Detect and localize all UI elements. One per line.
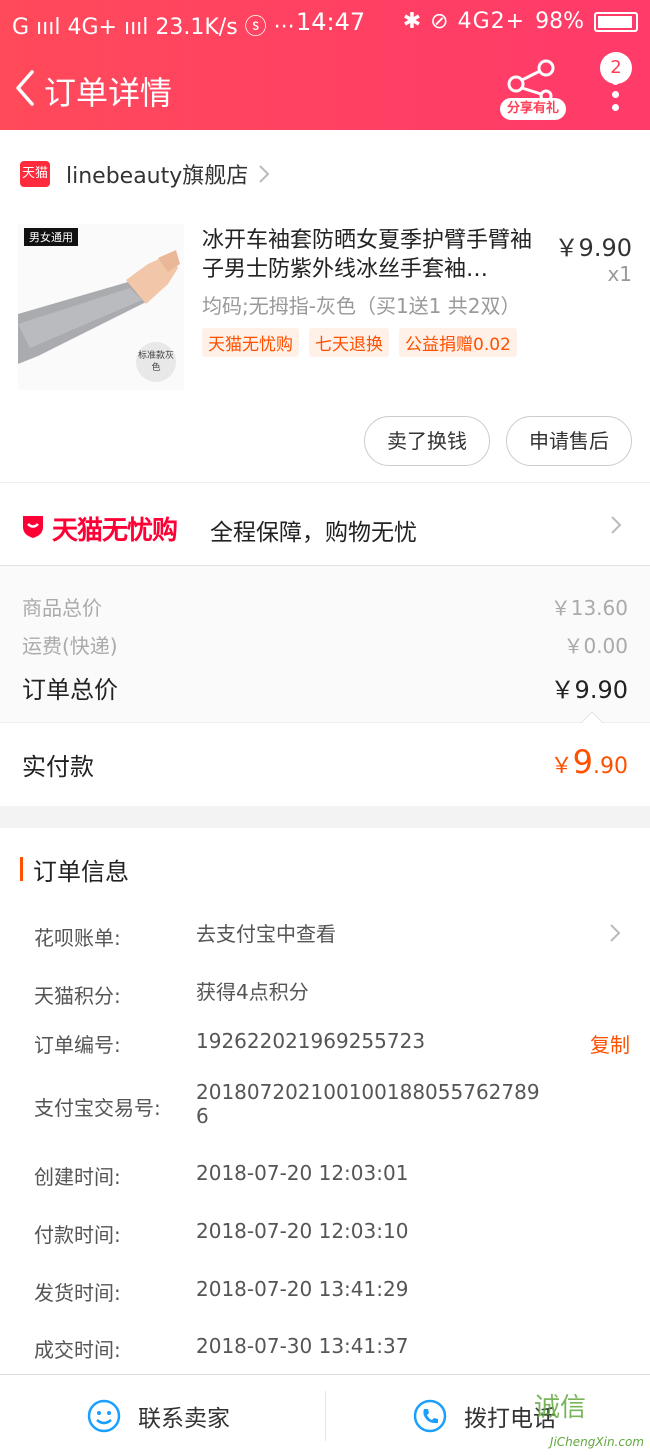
order-total-label: 订单总价 xyxy=(22,676,118,704)
section-accent-bar xyxy=(20,857,23,881)
service-tags: 天猫无忧购 七天退换 公益捐赠0.02 xyxy=(202,328,517,357)
info-key: 花呗账单: xyxy=(34,926,121,950)
divider xyxy=(325,1391,326,1441)
status-network: G ıııl 4G+ ıııl 23.1K/s ⓢ ··· xyxy=(12,15,295,40)
completed-time-row: 成交时间: 2018-07-30 13:41:37 xyxy=(34,1334,630,1362)
info-value: 去支付宝中查看 xyxy=(196,922,336,946)
back-arrow-icon[interactable] xyxy=(10,66,42,110)
battery-percent: 98% xyxy=(535,9,584,34)
order-info-section: 订单信息 花呗账单: 去支付宝中查看 天猫积分: 获得4点积分 订单编号: 19… xyxy=(0,828,650,1374)
shipping-row: 运费(快递) ￥0.00 xyxy=(22,630,628,658)
product-image[interactable]: 男女通用 标准款灰色 xyxy=(18,224,184,390)
watermark-chars: 诚信 xyxy=(534,1393,587,1423)
resell-button[interactable]: 卖了换钱 xyxy=(364,416,490,466)
alipay-trade-number: 2018072021001001880557627896 xyxy=(196,1080,540,1128)
goods-total-value: ￥13.60 xyxy=(550,596,628,620)
share-button[interactable]: 分享有礼 xyxy=(500,58,566,120)
battery-icon xyxy=(594,11,638,32)
caret-up-icon xyxy=(581,711,603,723)
paid-integer: 9 xyxy=(572,743,593,781)
shield-icon xyxy=(23,516,43,538)
info-key: 支付宝交易号: xyxy=(34,1096,161,1120)
order-number: 192622021969255723 xyxy=(196,1029,426,1053)
price-summary: 商品总价 ￥13.60 运费(快递) ￥0.00 订单总价 ￥9.90 xyxy=(0,566,650,722)
page-title: 订单详情 xyxy=(44,74,173,112)
phone-icon xyxy=(413,1399,447,1432)
tag-tmall-worry-free: 天猫无忧购 xyxy=(202,328,299,357)
chevron-right-icon xyxy=(611,516,622,534)
shipping-value: ￥0.00 xyxy=(563,634,628,658)
contact-seller-label: 联系卖家 xyxy=(138,1405,230,1432)
tag-charity: 公益捐赠0.02 xyxy=(399,328,517,357)
shipped-time-row: 发货时间: 2018-07-20 13:41:29 xyxy=(34,1277,630,1305)
info-value: 2018-07-20 12:03:01 xyxy=(196,1161,409,1185)
info-value: 2018-07-20 12:03:10 xyxy=(196,1219,409,1243)
paid-label: 实付款 xyxy=(22,753,94,781)
paid-amount: ￥9.90 xyxy=(551,743,628,781)
product-quantity: x1 xyxy=(607,262,632,286)
paid-decimal: .90 xyxy=(593,754,628,779)
image-badge: 标准款灰色 xyxy=(136,342,176,382)
info-key: 付款时间: xyxy=(34,1223,121,1247)
status-icons: ✱ ⊘ 4G2+ xyxy=(402,9,526,34)
more-menu-button[interactable]: 2 xyxy=(596,52,640,122)
alipay-trade-row: 支付宝交易号: 2018072021001001880557627896 xyxy=(34,1080,630,1130)
shipping-label: 运费(快递) xyxy=(22,634,118,658)
order-number-row: 订单编号: 192622021969255723 复制 xyxy=(34,1029,630,1058)
action-buttons: 卖了换钱 申请售后 xyxy=(364,416,632,466)
order-total-row: 订单总价 ￥9.90 xyxy=(22,670,628,704)
header: G ıııl 4G+ ıııl 23.1K/s ⓢ ··· 14:47 ✱ ⊘ … xyxy=(0,0,650,130)
info-value: 2018-07-20 13:41:29 xyxy=(196,1277,409,1301)
product-price: ￥9.90 xyxy=(554,234,632,262)
contact-seller-button[interactable]: 联系卖家 xyxy=(86,1375,230,1455)
product-title[interactable]: 冰开车袖套防晒女夏季护臂手臂袖子男士防紫外线冰丝手套袖… xyxy=(202,226,534,284)
guarantee-text: 全程保障，购物无忧 xyxy=(210,520,417,546)
share-icon xyxy=(507,59,555,103)
info-value: 2018-07-30 13:41:37 xyxy=(196,1334,409,1358)
chevron-right-icon[interactable] xyxy=(256,162,272,186)
product-card: 天猫 linebeauty旗舰店 男女通用 标准款灰色 冰开车袖套防晒女夏季护臂… xyxy=(0,130,650,482)
shop-name: linebeauty旗舰店 xyxy=(66,164,249,189)
status-right: ✱ ⊘ 4G2+ 98% xyxy=(403,9,638,34)
shop-link[interactable]: 天猫 linebeauty旗舰店 xyxy=(20,156,248,192)
guarantee-banner[interactable]: 天猫无忧购 全程保障，购物无忧 xyxy=(0,482,650,566)
info-key: 发货时间: xyxy=(34,1281,121,1305)
copy-button[interactable]: 复制 xyxy=(590,1029,630,1058)
watermark-url: JiChengXin.com xyxy=(549,1435,644,1449)
status-bar: G ıııl 4G+ ıııl 23.1K/s ⓢ ··· 14:47 ✱ ⊘ … xyxy=(0,0,650,44)
points-row: 天猫积分: 获得4点积分 xyxy=(34,980,630,1008)
paid-time-row: 付款时间: 2018-07-20 12:03:10 xyxy=(34,1219,630,1247)
goods-total-row: 商品总价 ￥13.60 xyxy=(22,592,628,620)
chevron-right-icon xyxy=(610,924,621,942)
nav-bar: 订单详情 分享有礼 2 xyxy=(0,52,650,128)
order-total-value: ￥9.90 xyxy=(550,676,628,704)
order-info-header: 订单信息 xyxy=(20,856,129,886)
info-key: 创建时间: xyxy=(34,1165,121,1189)
order-info-title: 订单信息 xyxy=(33,857,129,886)
goods-total-label: 商品总价 xyxy=(22,596,102,620)
more-dots-icon xyxy=(612,78,620,117)
status-time: 14:47 xyxy=(296,8,366,36)
paid-amount-row: 实付款 ￥9.90 xyxy=(0,711,650,806)
huabei-row[interactable]: 花呗账单: 去支付宝中查看 xyxy=(34,922,630,950)
tag-seven-day-return: 七天退换 xyxy=(309,328,389,357)
watermark-logo: 诚信 JiChengXin.com xyxy=(534,1381,644,1451)
after-sales-button[interactable]: 申请售后 xyxy=(506,416,632,466)
paid-currency: ￥ xyxy=(550,754,573,779)
bottom-bar: 联系卖家 拨打电话 诚信 JiChengXin.com xyxy=(0,1374,650,1455)
image-tag: 男女通用 xyxy=(24,228,78,246)
tmall-logo-icon: 天猫 xyxy=(20,161,50,187)
info-key: 成交时间: xyxy=(34,1338,121,1362)
chat-smile-icon xyxy=(87,1399,121,1432)
share-label: 分享有礼 xyxy=(500,98,566,120)
created-time-row: 创建时间: 2018-07-20 12:03:01 xyxy=(34,1161,630,1189)
product-sku: 均码;无拇指-灰色（买1送1 共2双） xyxy=(202,294,521,318)
guarantee-logo: 天猫无忧购 xyxy=(52,516,178,546)
info-value: 获得4点积分 xyxy=(196,980,309,1004)
info-key: 天猫积分: xyxy=(34,984,121,1008)
info-key: 订单编号: xyxy=(34,1033,121,1057)
